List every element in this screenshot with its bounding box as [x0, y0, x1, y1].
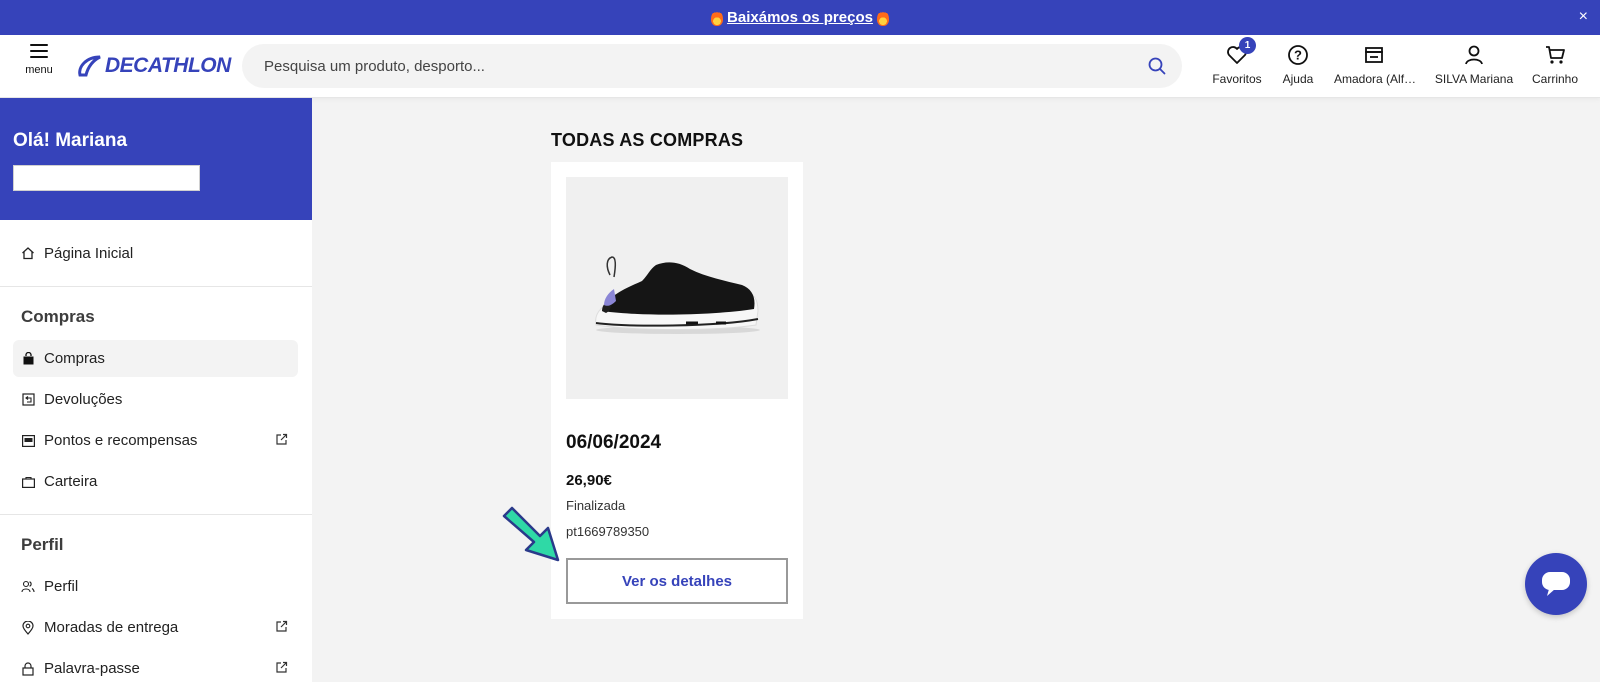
order-price: 26,90€ — [566, 472, 612, 489]
decathlon-logo[interactable]: DECATHLON — [76, 54, 231, 78]
member-card-field — [13, 165, 200, 191]
store-label: Amadora (Alf… — [1334, 72, 1417, 86]
sidebar-item-label: Palavra-passe — [44, 660, 140, 677]
greeting-panel: Olá! Mariana — [0, 98, 312, 220]
sidebar-item-label: Perfil — [44, 578, 79, 595]
greeting-text: Olá! Mariana — [13, 130, 128, 151]
sneaker-image — [595, 256, 760, 334]
sidebar-item-password[interactable]: Palavra-passe — [0, 650, 312, 682]
menu-button[interactable]: menu — [20, 44, 58, 76]
sidebar-item-rewards[interactable]: Pontos e recompensas — [0, 422, 312, 459]
external-link-icon — [276, 620, 288, 632]
order-status: Finalizada — [566, 498, 626, 513]
account-button[interactable]: SILVA Mariana — [1434, 43, 1514, 86]
chat-bubble-icon — [1542, 572, 1570, 596]
chat-button[interactable] — [1525, 553, 1587, 615]
shopping-bag-icon — [21, 352, 35, 366]
return-icon — [21, 393, 35, 407]
users-icon — [21, 580, 35, 594]
sidebar-item-wallet[interactable]: Carteira — [0, 463, 312, 500]
section-title: Compras — [21, 307, 95, 326]
favorites-label: Favoritos — [1212, 72, 1262, 86]
purchases-section: Compras Compras Devoluções Pontos e reco… — [0, 287, 312, 515]
help-button[interactable]: ? Ajuda — [1280, 43, 1316, 86]
search-bar[interactable] — [242, 44, 1182, 88]
hamburger-icon — [30, 44, 48, 58]
sidebar-item-label: Carteira — [44, 473, 98, 490]
user-icon — [1465, 45, 1483, 65]
cart-button[interactable]: Carrinho — [1530, 43, 1580, 86]
external-link-icon — [276, 433, 288, 445]
favorites-button[interactable]: 1 Favoritos — [1212, 37, 1262, 86]
product-image[interactable] — [566, 177, 788, 399]
view-details-button[interactable]: Ver os detalhes — [566, 558, 788, 604]
promo-text[interactable]: Baixámos os preços — [727, 9, 873, 26]
wallet-icon — [21, 475, 35, 489]
question-circle-icon: ? — [1288, 45, 1308, 65]
profile-section: Perfil Perfil Moradas de entrega Palavra — [0, 515, 312, 682]
close-icon[interactable]: × — [1579, 8, 1588, 26]
location-pin-icon — [21, 620, 35, 635]
sidebar-item-home[interactable]: Página Inicial — [0, 220, 312, 287]
search-icon[interactable] — [1148, 57, 1166, 75]
menu-label: menu — [25, 64, 53, 76]
sidebar-item-label: Moradas de entrega — [44, 619, 179, 636]
sidebar-item-addresses[interactable]: Moradas de entrega — [0, 609, 312, 646]
account-sidebar: Olá! Mariana Página Inicial Compras Comp… — [0, 98, 312, 682]
sidebar-item-purchases[interactable]: Compras — [13, 340, 298, 377]
sidebar-item-label: Página Inicial — [44, 244, 134, 262]
fire-icon — [711, 9, 724, 26]
favorites-count-badge: 1 — [1239, 37, 1256, 54]
sidebar-item-profile[interactable]: Perfil — [0, 568, 312, 605]
promo-banner[interactable]: Baixámos os preços × — [0, 0, 1600, 35]
search-input[interactable] — [264, 44, 1114, 88]
order-date: 06/06/2024 — [566, 432, 662, 453]
cart-label: Carrinho — [1531, 72, 1579, 86]
sidebar-item-label: Compras — [44, 350, 105, 367]
order-card: 06/06/2024 26,90€ Finalizada pt166978935… — [551, 162, 803, 619]
svg-text:?: ? — [1294, 48, 1302, 63]
cart-icon — [1546, 46, 1565, 64]
fire-icon — [876, 9, 889, 26]
sidebar-item-label: Pontos e recompensas — [44, 432, 198, 449]
home-icon — [21, 246, 35, 260]
sidebar-item-returns[interactable]: Devoluções — [0, 381, 312, 418]
sidebar-item-label: Devoluções — [44, 391, 123, 408]
rewards-card-icon — [21, 434, 35, 448]
help-label: Ajuda — [1282, 72, 1314, 86]
annotation-arrow-icon — [502, 506, 560, 562]
lock-icon — [21, 661, 35, 676]
site-header: menu DECATHLON 1 Favoritos ? Ajuda — [0, 35, 1600, 98]
store-button[interactable]: Amadora (Alf… — [1334, 43, 1417, 86]
order-number: pt1669789350 — [566, 524, 650, 539]
account-label: SILVA Mariana — [1434, 72, 1514, 86]
external-link-icon — [276, 661, 288, 673]
logo-mark-icon — [78, 55, 101, 77]
logo-text: DECATHLON — [105, 54, 231, 77]
page-title: TODAS AS COMPRAS — [551, 130, 744, 150]
section-title: Perfil — [21, 535, 64, 554]
store-icon — [1365, 47, 1383, 63]
